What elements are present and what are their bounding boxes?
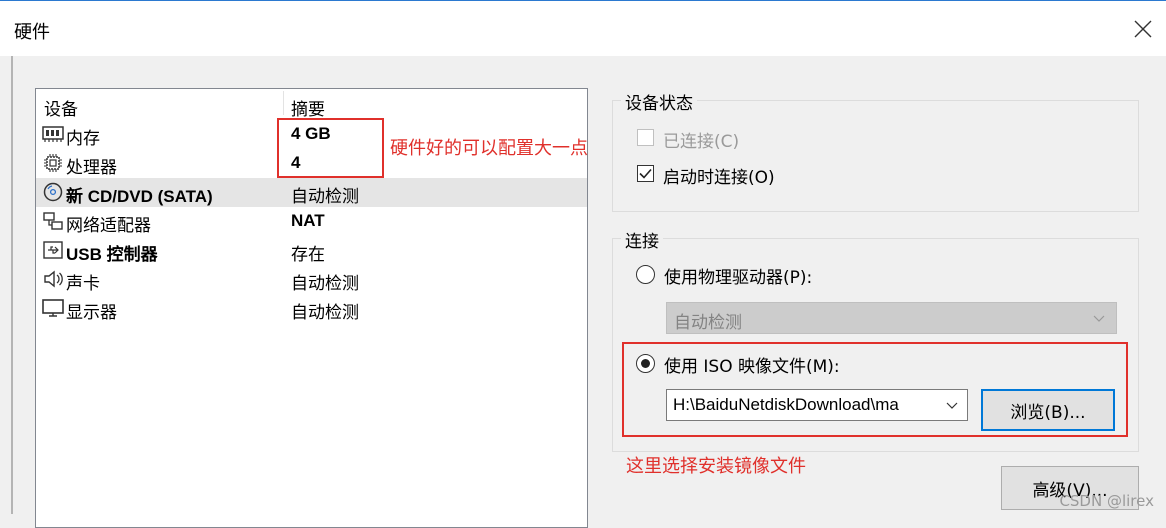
connected-label: 已连接(C) — [663, 132, 740, 152]
iso-image-radio[interactable] — [636, 354, 655, 373]
annotation-box-summary — [277, 118, 384, 178]
cpu-icon — [44, 154, 62, 172]
column-header-device[interactable]: 设备 — [44, 95, 78, 120]
usb-icon — [43, 241, 63, 259]
close-button[interactable] — [1120, 9, 1166, 49]
annotation-note-top: 硬件好的可以配置大一点 — [390, 138, 588, 159]
device-status-legend: 设备状态 — [621, 89, 697, 114]
device-name: 声卡 — [66, 274, 100, 294]
iso-image-label: 使用 ISO 映像文件(M): — [664, 357, 840, 377]
device-summary: NAT — [291, 211, 325, 230]
device-name: 显示器 — [66, 303, 117, 323]
device-name: 网络适配器 — [66, 216, 151, 236]
column-header-summary[interactable]: 摘要 — [291, 95, 325, 120]
physical-drive-select-value: 自动检测 — [674, 313, 742, 333]
browse-button[interactable]: 浏览(B)... — [981, 389, 1115, 431]
device-summary: 自动检测 — [291, 274, 359, 294]
physical-drive-select[interactable]: 自动检测 — [666, 302, 1117, 334]
physical-drive-radio[interactable] — [636, 265, 655, 284]
title-bar: 硬件 — [0, 0, 1166, 56]
close-icon — [1134, 20, 1152, 38]
watermark: CSDN @lirex — [1059, 492, 1154, 510]
cd-dvd-icon — [43, 182, 63, 202]
radio-selected-dot — [641, 359, 650, 368]
chevron-down-icon — [946, 402, 958, 409]
iso-path-combo[interactable]: H:\BaiduNetdiskDownload\ma — [666, 389, 968, 421]
sound-card-icon — [44, 270, 63, 288]
device-summary: 自动检测 — [291, 303, 359, 323]
device-name: USB 控制器 — [66, 245, 158, 264]
device-summary: 自动检测 — [291, 187, 359, 207]
device-row-network-adapter[interactable]: 网络适配器 NAT — [36, 207, 587, 236]
device-row-display[interactable]: 显示器 自动检测 — [36, 294, 587, 323]
connect-at-power-on-label: 启动时连接(O) — [663, 168, 775, 188]
device-name: 新 CD/DVD (SATA) — [66, 187, 213, 206]
device-name: 内存 — [66, 129, 100, 149]
iso-path-value: H:\BaiduNetdiskDownload\ma — [673, 395, 899, 414]
connect-at-power-on-checkbox[interactable] — [637, 165, 654, 182]
connection-legend: 连接 — [621, 227, 663, 252]
device-status-group: 设备状态 — [612, 89, 1139, 212]
device-row-sound-card[interactable]: 声卡 自动检测 — [36, 265, 587, 294]
memory-icon — [42, 126, 64, 142]
device-name: 处理器 — [66, 158, 117, 178]
network-adapter-icon — [43, 212, 63, 230]
window-frame-edge — [11, 56, 13, 514]
display-icon — [42, 299, 64, 317]
physical-drive-label: 使用物理驱动器(P): — [664, 268, 813, 288]
chevron-down-icon — [1093, 315, 1105, 322]
device-row-cd-dvd[interactable]: 新 CD/DVD (SATA) 自动检测 — [36, 178, 587, 207]
connected-checkbox[interactable] — [637, 129, 654, 146]
device-summary: 存在 — [291, 245, 325, 265]
checkmark-icon — [639, 168, 652, 179]
window-title: 硬件 — [14, 22, 50, 43]
device-list-header: 设备 摘要 — [36, 89, 587, 120]
device-row-usb-controller[interactable]: USB 控制器 存在 — [36, 236, 587, 265]
annotation-note-bottom: 这里选择安装镜像文件 — [626, 456, 806, 477]
column-separator — [283, 91, 284, 115]
